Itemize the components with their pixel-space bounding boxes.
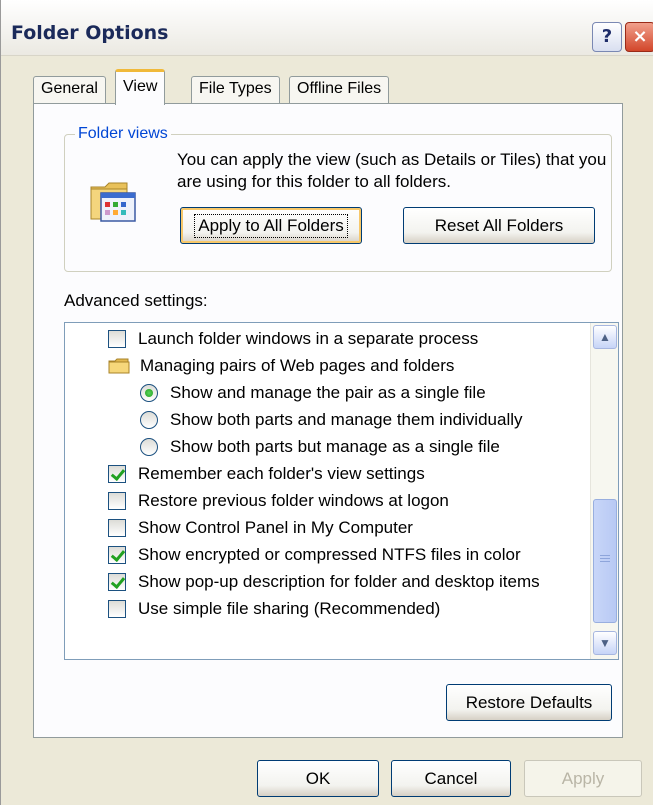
advanced-settings-label: Advanced settings: [64, 291, 208, 310]
list-item[interactable]: Show both parts and manage them individu… [140, 408, 523, 432]
tab-file-types[interactable]: File Types [191, 76, 280, 104]
view-tab-panel: Folder views You can apply the view (suc… [33, 103, 623, 738]
folder-views-group: Folder views You can apply the view (suc… [64, 125, 612, 272]
radio-button[interactable] [140, 411, 158, 429]
list-item[interactable]: Restore previous folder windows at logon [108, 489, 449, 513]
checkbox[interactable] [108, 600, 126, 618]
reset-all-folders-button[interactable]: Reset All Folders [403, 207, 595, 244]
checkbox[interactable] [108, 465, 126, 483]
list-item[interactable]: Launch folder windows in a separate proc… [108, 327, 478, 351]
radio-button[interactable] [140, 384, 158, 402]
apply-to-all-folders-label: Apply to All Folders [194, 214, 348, 238]
list-item-label: Show and manage the pair as a single fil… [170, 383, 486, 402]
list-item[interactable]: Show encrypted or compressed NTFS files … [108, 543, 521, 567]
checkbox[interactable] [108, 546, 126, 564]
ok-button[interactable]: OK [257, 760, 379, 797]
chevron-down-icon: ▼ [599, 636, 611, 650]
folder-views-description: You can apply the view (such as Details … [177, 150, 607, 191]
chevron-up-icon: ▲ [599, 330, 611, 344]
list-item-label: Show pop-up description for folder and d… [138, 572, 540, 591]
scroll-down-button[interactable]: ▼ [593, 631, 617, 655]
restore-defaults-label: Restore Defaults [465, 693, 593, 712]
tab-view[interactable]: View [115, 69, 166, 105]
list-item[interactable]: Use simple file sharing (Recommended) [108, 597, 440, 621]
list-item-label: Use simple file sharing (Recommended) [138, 599, 441, 618]
restore-defaults-button[interactable]: Restore Defaults [446, 684, 612, 721]
list-item[interactable]: Show and manage the pair as a single fil… [140, 381, 486, 405]
folder-views-title: Folder views [75, 125, 171, 143]
list-item-label: Restore previous folder windows at logon [138, 491, 449, 510]
folder-icon [108, 358, 130, 374]
list-item-label: Managing pairs of Web pages and folders [140, 356, 455, 375]
tab-offline-files[interactable]: Offline Files [289, 76, 390, 104]
list-item-label: Show Control Panel in My Computer [138, 518, 413, 537]
list-item[interactable]: Show both parts but manage as a single f… [140, 435, 500, 459]
help-icon: ? [601, 26, 613, 47]
title-bar[interactable]: Folder Options ? × [1, 0, 653, 56]
close-button[interactable]: × [625, 22, 653, 52]
window-title: Folder Options [11, 22, 169, 44]
apply-label: Apply [561, 769, 605, 788]
checkbox[interactable] [108, 573, 126, 591]
tab-general[interactable]: General [33, 76, 106, 104]
vertical-scrollbar[interactable]: ▲ ▼ [590, 323, 618, 659]
list-item-label: Launch folder windows in a separate proc… [138, 329, 479, 348]
tab-view-label: View [123, 78, 158, 95]
list-item-label: Show both parts and manage them individu… [170, 410, 523, 429]
scroll-thumb[interactable] [593, 499, 617, 623]
folder-options-dialog: Folder Options ? × General View File Typ… [0, 0, 653, 805]
tab-file-types-label: File Types [199, 80, 272, 97]
apply-to-all-folders-button[interactable]: Apply to All Folders [180, 207, 362, 244]
scroll-up-button[interactable]: ▲ [593, 325, 617, 349]
cancel-button[interactable]: Cancel [391, 760, 511, 797]
advanced-settings-list[interactable]: Launch folder windows in a separate proc… [64, 322, 619, 660]
cancel-label: Cancel [424, 769, 478, 788]
list-item-label: Show both parts but manage as a single f… [170, 437, 500, 456]
help-button[interactable]: ? [592, 22, 622, 52]
checkbox[interactable] [108, 330, 126, 348]
list-item[interactable]: Show Control Panel in My Computer [108, 516, 413, 540]
close-icon: × [632, 26, 648, 47]
checkbox[interactable] [108, 519, 126, 537]
list-item-label: Remember each folder's view settings [138, 464, 425, 483]
folder-views-icon [90, 182, 136, 222]
apply-button[interactable]: Apply [524, 760, 642, 797]
list-item: Managing pairs of Web pages and folders [108, 354, 454, 378]
tab-general-label: General [41, 80, 98, 97]
ok-label: OK [305, 769, 331, 788]
tab-offline-files-label: Offline Files [297, 80, 382, 97]
list-item[interactable]: Remember each folder's view settings [108, 462, 425, 486]
list-item-label: Show encrypted or compressed NTFS files … [138, 545, 521, 564]
list-item[interactable]: Show pop-up description for folder and d… [108, 570, 540, 594]
radio-button[interactable] [140, 438, 158, 456]
grip-icon [600, 555, 610, 556]
reset-all-folders-label: Reset All Folders [434, 216, 564, 235]
checkbox[interactable] [108, 492, 126, 510]
